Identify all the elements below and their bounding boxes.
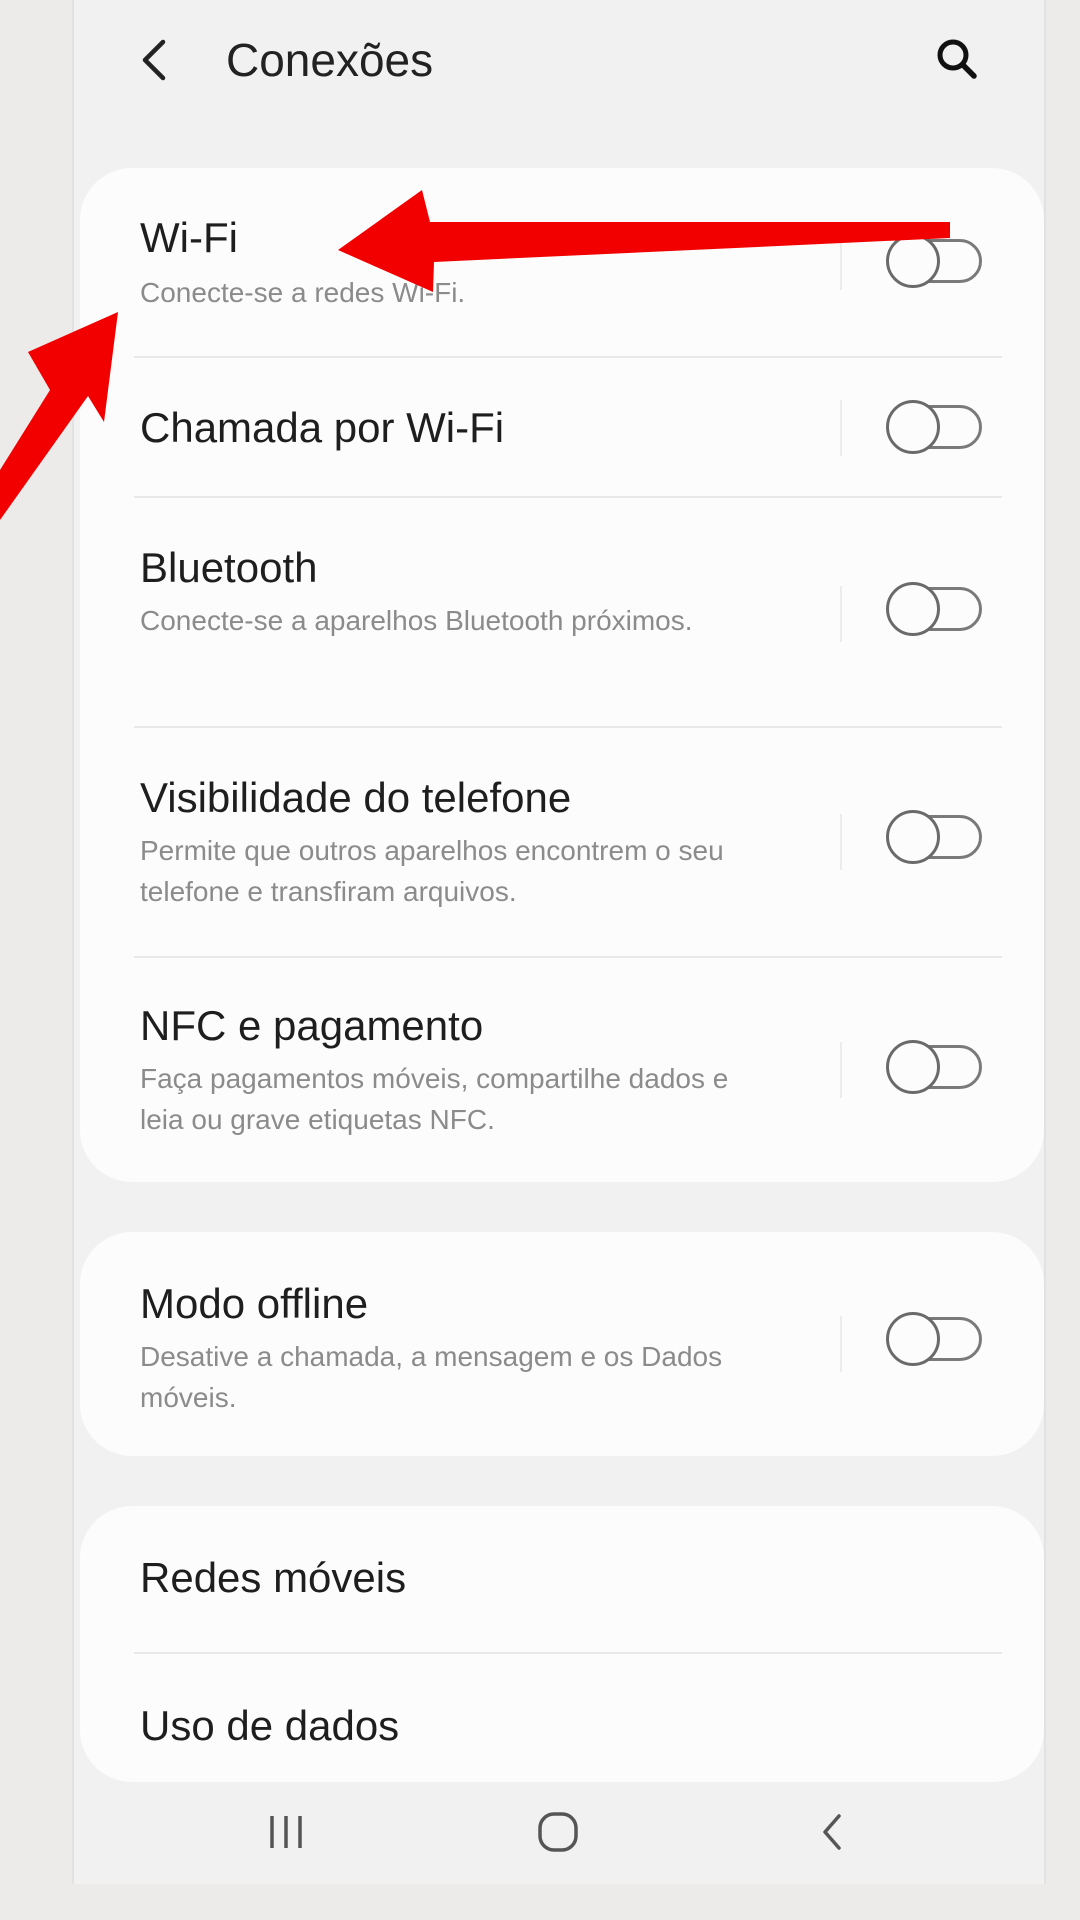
toggle-knob — [886, 1040, 940, 1094]
phone-screen: Conexões Wi-Fi Conecte-se a redes Wi-Fi.… — [72, 0, 1046, 1884]
setting-description: Permite que outros aparelhos encontrem o… — [140, 835, 724, 907]
setting-title: NFC e pagamento — [140, 1002, 484, 1049]
connections-card: Wi-Fi Conecte-se a redes Wi-Fi. Chamada … — [80, 168, 1044, 1182]
setting-description: Desative a chamada, a mensagem e os Dado… — [140, 1341, 723, 1413]
wifi-calling-toggle[interactable] — [886, 400, 986, 454]
phone-visibility-setting[interactable]: Visibilidade do telefone Permite que out… — [80, 728, 1044, 956]
setting-description: Conecte-se a aparelhos Bluetooth próximo… — [140, 605, 693, 636]
vertical-separator — [840, 586, 842, 642]
toggle-knob — [886, 582, 940, 636]
toggle-knob — [886, 1312, 940, 1366]
home-button[interactable] — [518, 1800, 598, 1864]
wifi-calling-setting[interactable]: Chamada por Wi-Fi — [80, 358, 1044, 498]
wifi-toggle[interactable] — [886, 234, 986, 288]
setting-title: Wi-Fi — [140, 214, 238, 261]
nfc-payment-setting[interactable]: NFC e pagamento Faça pagamentos móveis, … — [80, 958, 1044, 1182]
recent-apps-icon — [270, 1816, 302, 1848]
data-usage-item[interactable]: Uso de dados — [80, 1654, 1044, 1782]
mobile-networks-item[interactable]: Redes móveis — [80, 1506, 1044, 1652]
offline-mode-setting[interactable]: Modo offline Desative a chamada, a mensa… — [80, 1232, 1044, 1456]
setting-description: Conecte-se a redes Wi-Fi. — [140, 277, 466, 308]
bluetooth-setting[interactable]: Bluetooth Conecte-se a aparelhos Bluetoo… — [80, 498, 1044, 726]
app-bar: Conexões — [74, 0, 1044, 120]
setting-title: Modo offline — [140, 1280, 369, 1327]
back-icon — [823, 1814, 841, 1850]
wifi-setting[interactable]: Wi-Fi Conecte-se a redes Wi-Fi. — [80, 168, 1044, 356]
toggle-knob — [886, 400, 940, 454]
toggle-knob — [886, 234, 940, 288]
nfc-payment-toggle[interactable] — [886, 1040, 986, 1094]
setting-title: Uso de dados — [140, 1702, 400, 1749]
system-back-button[interactable] — [792, 1800, 872, 1864]
chevron-left-icon — [142, 39, 166, 81]
vertical-separator — [840, 1316, 842, 1372]
back-button[interactable] — [132, 28, 176, 92]
network-card: Redes móveis Uso de dados — [80, 1506, 1044, 1782]
search-button[interactable] — [924, 26, 990, 92]
phone-visibility-toggle[interactable] — [886, 810, 986, 864]
navigation-bar — [74, 1780, 1044, 1884]
setting-title: Chamada por Wi-Fi — [140, 404, 505, 451]
bluetooth-toggle[interactable] — [886, 582, 986, 636]
vertical-separator — [840, 814, 842, 870]
setting-description: Faça pagamentos móveis, compartilhe dado… — [140, 1063, 729, 1135]
home-icon — [538, 1812, 578, 1852]
search-icon — [937, 39, 977, 79]
vertical-separator — [840, 1042, 842, 1098]
offline-mode-toggle[interactable] — [886, 1312, 986, 1366]
vertical-separator — [840, 234, 842, 290]
toggle-knob — [886, 810, 940, 864]
setting-title: Redes móveis — [140, 1554, 407, 1601]
page-title: Conexões — [226, 34, 434, 86]
vertical-separator — [840, 400, 842, 456]
offline-card: Modo offline Desative a chamada, a mensa… — [80, 1232, 1044, 1456]
recent-apps-button[interactable] — [246, 1800, 326, 1864]
setting-title: Visibilidade do telefone — [140, 774, 572, 821]
setting-title: Bluetooth — [140, 544, 318, 591]
